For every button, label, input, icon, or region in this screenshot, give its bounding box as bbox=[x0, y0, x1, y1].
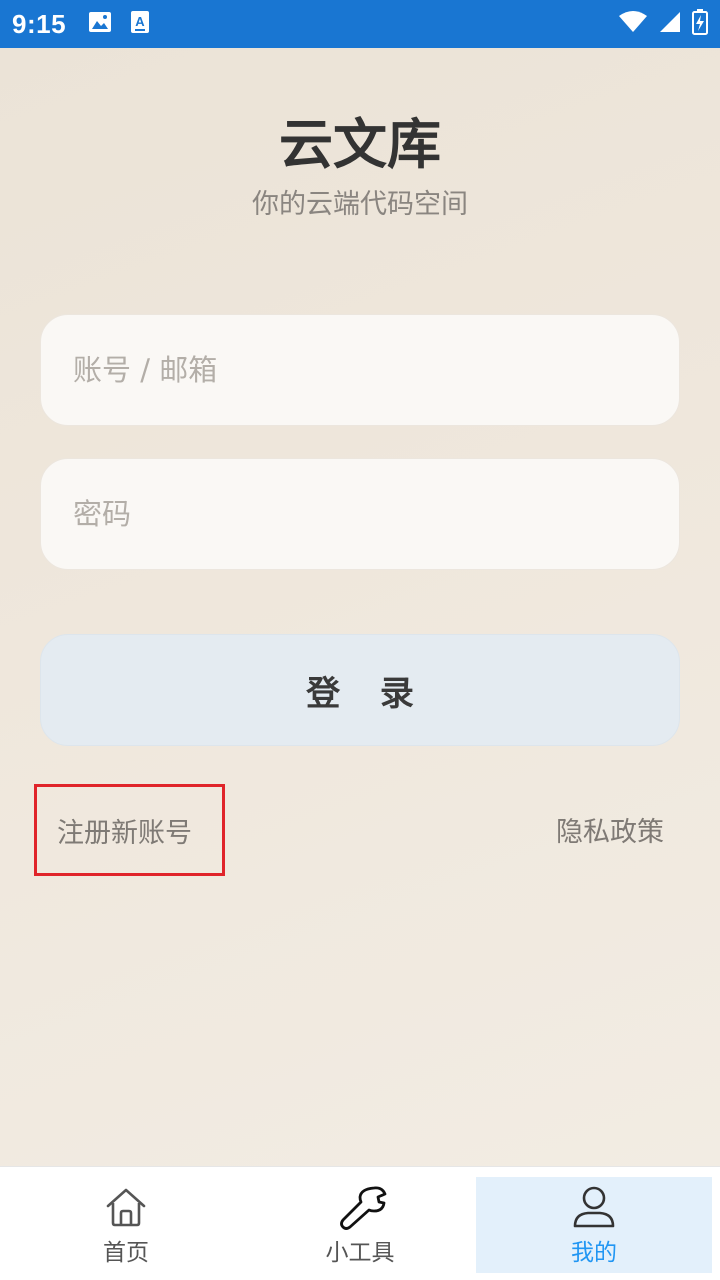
text-a-icon: A bbox=[130, 10, 150, 38]
password-input[interactable] bbox=[41, 459, 679, 569]
nav-label-home: 首页 bbox=[103, 1240, 149, 1266]
image-icon bbox=[88, 11, 112, 37]
signal-icon bbox=[658, 10, 682, 38]
status-left-icons: A bbox=[88, 10, 150, 38]
user-icon bbox=[572, 1185, 616, 1229]
nav-item-tools[interactable]: 小工具 bbox=[242, 1177, 478, 1273]
register-link[interactable]: 注册新账号 bbox=[34, 784, 225, 876]
nav-item-mine[interactable]: 我的 bbox=[476, 1177, 712, 1273]
account-input[interactable] bbox=[41, 315, 679, 425]
privacy-policy-link[interactable]: 隐私政策 bbox=[556, 810, 664, 849]
nav-label-mine: 我的 bbox=[571, 1240, 617, 1266]
login-button[interactable]: 登 录 bbox=[40, 634, 680, 746]
password-field bbox=[40, 458, 680, 570]
nav-label-tools: 小工具 bbox=[325, 1240, 395, 1266]
status-right-icons bbox=[618, 9, 708, 39]
svg-text:A: A bbox=[135, 14, 145, 29]
page-title: 云文库 bbox=[279, 113, 441, 176]
wifi-icon bbox=[618, 10, 648, 38]
home-icon bbox=[104, 1185, 148, 1229]
status-time: 9:15 bbox=[12, 8, 67, 39]
wrench-icon bbox=[338, 1185, 387, 1230]
status-bar: 9:15 A bbox=[0, 0, 720, 48]
battery-icon bbox=[692, 9, 708, 39]
page-subtitle: 你的云端代码空间 bbox=[252, 189, 468, 220]
nav-item-home[interactable]: 首页 bbox=[8, 1177, 244, 1273]
account-field bbox=[40, 314, 680, 426]
bottom-navigation: 首页 小工具 我的 bbox=[0, 1166, 720, 1280]
login-screen: 云文库 你的云端代码空间 登 录 注册新账号 隐私政策 bbox=[0, 48, 720, 1166]
